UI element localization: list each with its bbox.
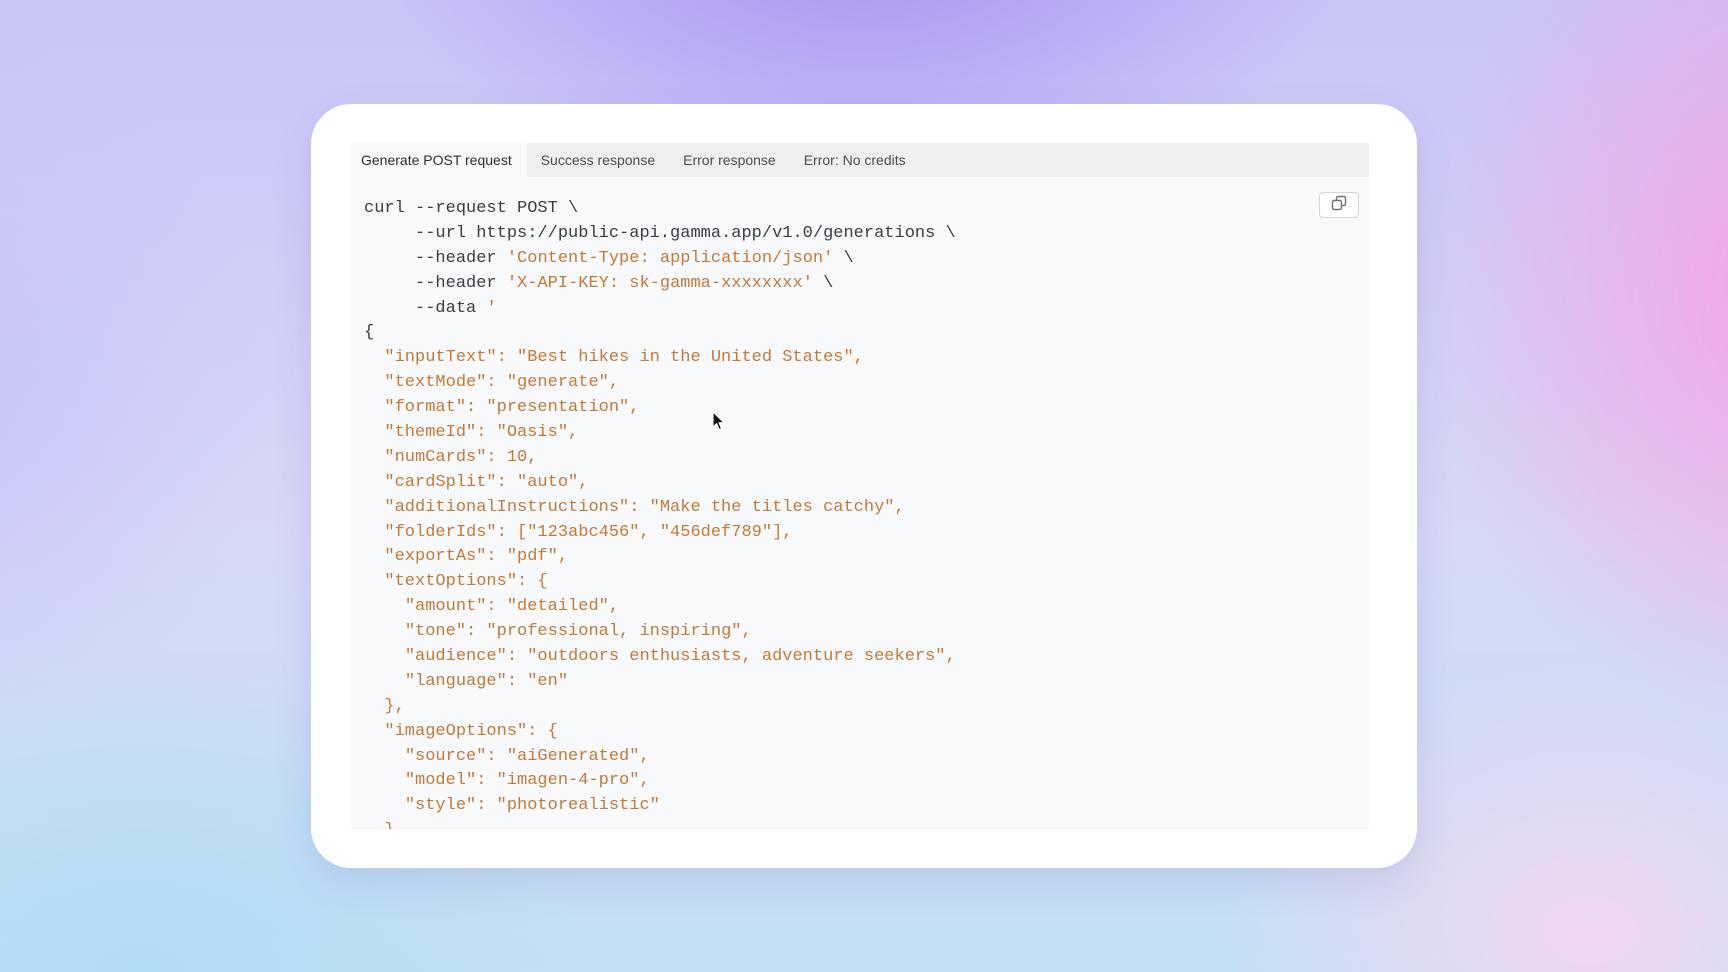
- code-str: "additionalInstructions": "Make the titl…: [384, 497, 905, 517]
- code-line: "textOptions": {: [364, 570, 956, 595]
- code-str: "format": "presentation",: [384, 398, 640, 418]
- code-str: "language": "en": [404, 671, 569, 691]
- code-str: "numCards": 10,: [384, 447, 538, 467]
- code-line: "tone": "professional, inspiring",: [364, 620, 956, 645]
- code-text: {: [364, 323, 375, 343]
- code-text: --data: [415, 298, 487, 318]
- code-line: "folderIds": ["123abc456", "456def789"],: [364, 521, 956, 546]
- tab-generate-post-request[interactable]: Generate POST request: [351, 143, 527, 177]
- code-str: },: [384, 821, 404, 829]
- code-text: --header: [415, 273, 507, 293]
- code-line: "source": "aiGenerated",: [364, 745, 956, 770]
- code-str: 'X-API-KEY: sk-gamma-xxxxxxxx': [506, 273, 813, 293]
- code-str: "folderIds": ["123abc456", "456def789"],: [384, 522, 793, 542]
- code-str: "cardSplit": "auto",: [384, 472, 589, 492]
- code-str: 'Content-Type: application/json': [506, 248, 834, 268]
- code-line: "imageOptions": {: [364, 720, 956, 745]
- code-panel: Generate POST request Success response E…: [351, 143, 1369, 829]
- copy-button[interactable]: [1319, 192, 1359, 218]
- code-line: "style": "photorealistic": [364, 794, 956, 819]
- tab-bar: Generate POST request Success response E…: [351, 143, 1369, 177]
- code-text: --url https://public-api.gamma.app/v1.0/…: [415, 223, 956, 243]
- code-line: "format": "presentation",: [364, 396, 956, 421]
- code-line: "amount": "detailed",: [364, 595, 956, 620]
- code-line: --url https://public-api.gamma.app/v1.0/…: [364, 222, 956, 247]
- code-line: "themeId": "Oasis",: [364, 421, 956, 446]
- code-str: ': [486, 298, 497, 318]
- code-line: "textMode": "generate",: [364, 371, 956, 396]
- code-block: curl --request POST \ --url https://publ…: [364, 197, 956, 829]
- code-line: "language": "en": [364, 670, 956, 695]
- code-line: --header 'Content-Type: application/json…: [364, 247, 956, 272]
- code-str: "amount": "detailed",: [404, 597, 620, 617]
- code-str: "model": "imagen-4-pro",: [404, 771, 650, 791]
- code-line: "exportAs": "pdf",: [364, 545, 956, 570]
- code-line: "audience": "outdoors enthusiasts, adven…: [364, 645, 956, 670]
- code-text: curl --request POST \: [364, 199, 579, 218]
- code-str: "themeId": "Oasis",: [384, 423, 579, 443]
- code-str: "textMode": "generate",: [384, 373, 620, 393]
- tab-error-no-credits[interactable]: Error: No credits: [790, 143, 920, 177]
- code-line: "inputText": "Best hikes in the United S…: [364, 346, 956, 371]
- code-line: },: [364, 695, 956, 720]
- code-str: "tone": "professional, inspiring",: [404, 622, 752, 642]
- code-line: --data ': [364, 297, 956, 322]
- code-text: --header: [415, 248, 507, 268]
- code-line: "additionalInstructions": "Make the titl…: [364, 496, 956, 521]
- code-suffix: \: [812, 273, 834, 293]
- code-card: Generate POST request Success response E…: [311, 104, 1417, 868]
- code-line: --header 'X-API-KEY: sk-gamma-xxxxxxxx' …: [364, 272, 956, 297]
- mouse-pointer-icon: [712, 411, 726, 436]
- tab-success-response[interactable]: Success response: [527, 143, 669, 177]
- code-suffix: \: [833, 248, 854, 268]
- code-str: "exportAs": "pdf",: [384, 547, 569, 567]
- code-str: },: [384, 696, 405, 716]
- tab-error-response[interactable]: Error response: [669, 143, 790, 177]
- code-line: },: [364, 819, 956, 829]
- code-line: "numCards": 10,: [364, 446, 956, 471]
- code-str: "style": "photorealistic": [404, 796, 660, 816]
- code-line: "model": "imagen-4-pro",: [364, 769, 956, 794]
- code-line: "cardSplit": "auto",: [364, 471, 956, 496]
- copy-icon: [1331, 195, 1347, 216]
- code-str: "textOptions": {: [384, 572, 548, 592]
- code-str: "inputText": "Best hikes in the United S…: [384, 348, 864, 368]
- code-line: {: [364, 321, 956, 346]
- code-str: "audience": "outdoors enthusiasts, adven…: [404, 647, 956, 667]
- code-str: "source": "aiGenerated",: [404, 746, 650, 766]
- code-line: curl --request POST \: [364, 197, 956, 222]
- code-str: "imageOptions": {: [384, 721, 558, 741]
